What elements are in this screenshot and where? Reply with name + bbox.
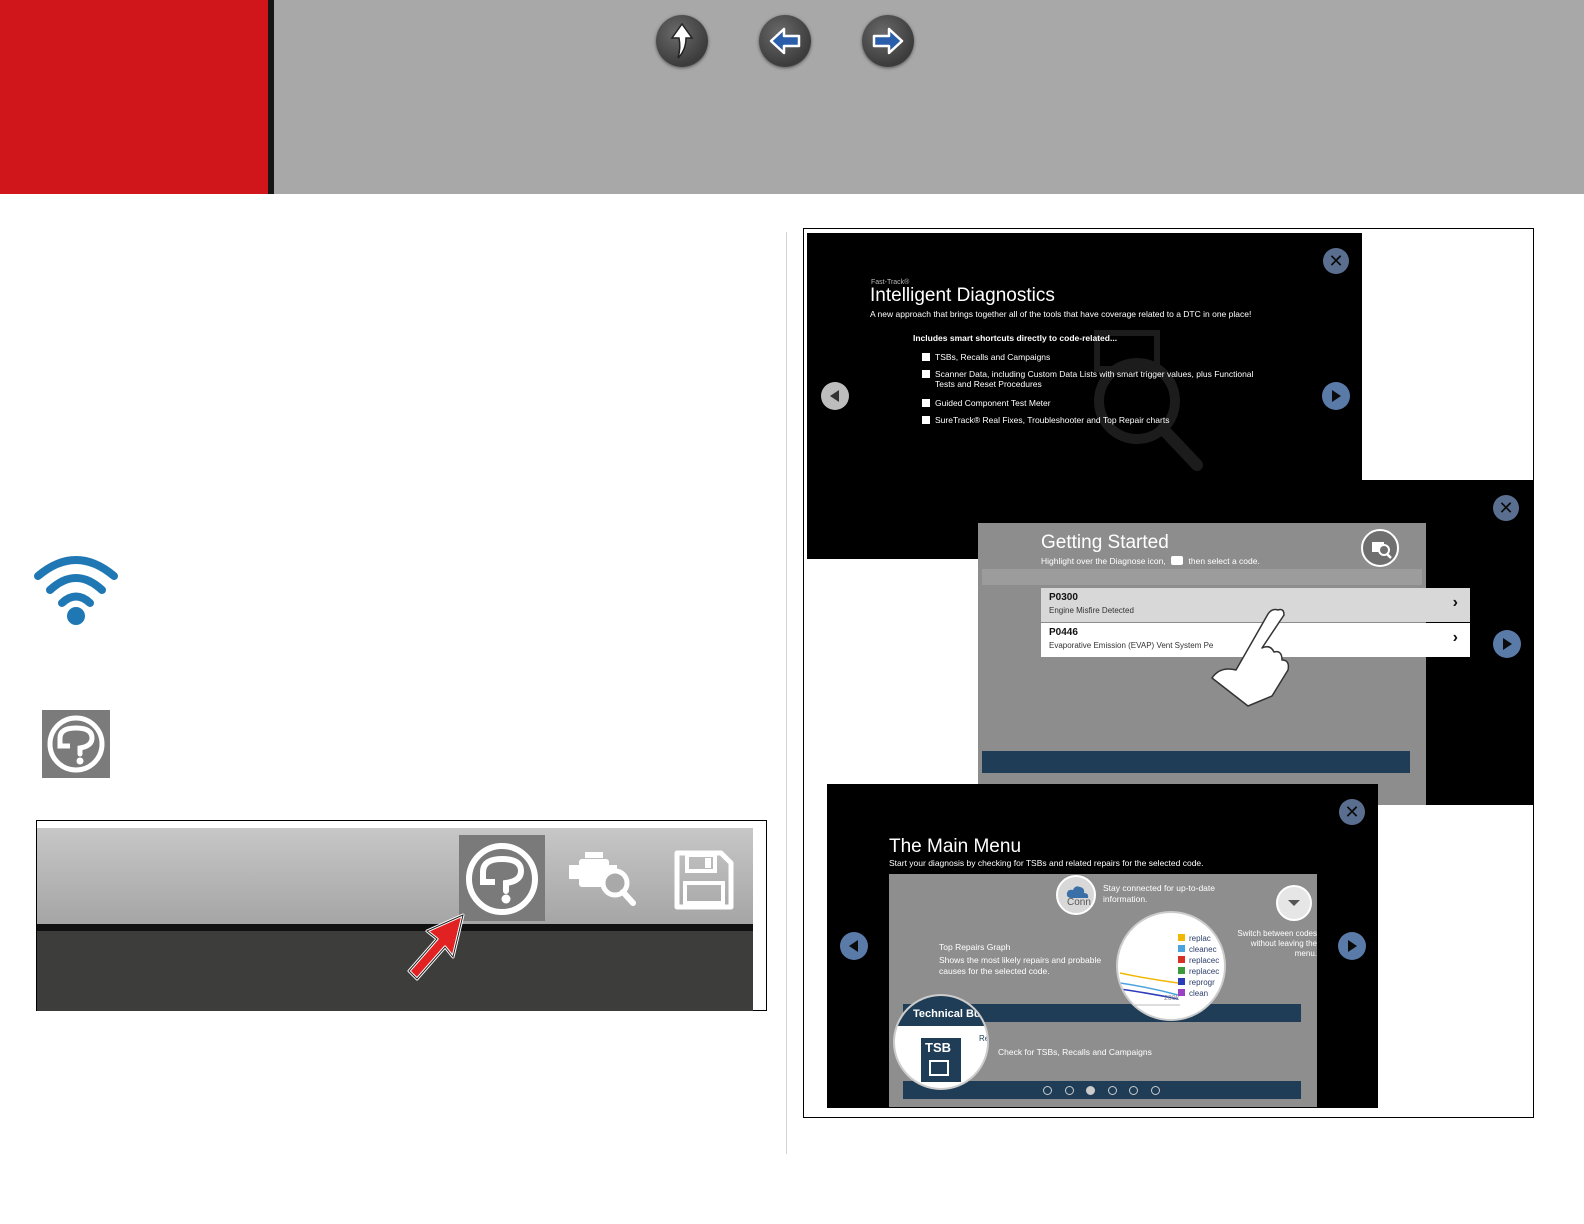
feature-item: SureTrack® Real Fixes, Troubleshooter an… <box>922 415 1242 425</box>
back-arrow-button[interactable] <box>759 15 811 67</box>
legend-item: clean <box>1178 988 1219 999</box>
screen-subtitle: A new approach that brings together all … <box>870 309 1252 319</box>
pagination-dot[interactable] <box>1107 1086 1117 1095</box>
legend-swatch <box>1178 945 1185 952</box>
diagnose-icon-button[interactable] <box>1361 529 1399 567</box>
close-button[interactable]: ✕ <box>1339 799 1365 825</box>
legend-item: replacec <box>1178 955 1219 966</box>
close-button[interactable]: ✕ <box>1323 248 1349 274</box>
next-button[interactable] <box>1493 630 1521 658</box>
legend-item: reprogr <box>1178 977 1219 988</box>
wifi-icon <box>34 556 118 625</box>
checkbox <box>922 416 930 424</box>
left-triangle-icon <box>830 390 839 402</box>
chevron-right-icon: › <box>1452 594 1458 611</box>
screen-title: Getting Started <box>1041 532 1169 553</box>
forward-arrow-icon <box>872 27 904 55</box>
forward-arrow-button[interactable] <box>862 15 914 67</box>
previous-button[interactable] <box>821 382 849 410</box>
help-button[interactable] <box>42 710 110 778</box>
save-icon[interactable] <box>673 849 735 911</box>
close-button[interactable]: ✕ <box>1493 495 1519 521</box>
pagination-dot[interactable] <box>1150 1086 1160 1095</box>
legend-swatch <box>1178 967 1185 974</box>
legend-item: replac <box>1178 933 1219 944</box>
checkbox <box>922 399 930 407</box>
chevron-right-icon: › <box>1452 629 1458 646</box>
left-triangle-icon <box>849 940 858 952</box>
chart-legend: replac cleanec replacec replacec reprogr clea… <box>1178 933 1219 999</box>
right-triangle-icon <box>1503 638 1512 650</box>
pagination-dot[interactable] <box>1043 1086 1052 1095</box>
pagination-dot[interactable] <box>1086 1086 1095 1095</box>
engine-diagnose-icon <box>1372 542 1392 559</box>
hand-pointer-icon <box>1211 608 1290 707</box>
feature-item: TSBs, Recalls and Campaigns <box>922 352 1242 362</box>
up-arrow-icon <box>670 22 694 59</box>
next-button[interactable] <box>1338 932 1366 960</box>
tsb-document-icon: TSB <box>921 1038 961 1082</box>
legend-swatch <box>1178 934 1185 941</box>
connect-callout: Stay connected for up-to-date informatio… <box>1103 883 1215 904</box>
red-pointer-arrow <box>407 913 465 981</box>
up-arrow-button[interactable] <box>656 15 708 67</box>
header-bar <box>268 0 1584 194</box>
toolbar-divider <box>37 924 753 931</box>
toolbar-screenshot <box>36 820 767 1011</box>
feature-item: Scanner Data, including Custom Data List… <box>922 369 1255 389</box>
legend-item: replacec <box>1178 966 1219 977</box>
legend-swatch <box>1178 956 1185 963</box>
screen-title: The Main Menu <box>889 836 1022 857</box>
tsb-callout: Technical Bu Re TSB <box>893 994 989 1090</box>
toolbar-help-button[interactable] <box>459 835 545 921</box>
tsb-header: Technical Bu <box>913 1008 981 1020</box>
connect-callout-circle: Conn <box>1056 875 1096 915</box>
switch-callout: Switch between codes without leaving the… <box>1237 929 1317 958</box>
code-switch-button[interactable] <box>1276 885 1312 921</box>
screen-subtitle: Highlight over the Diagnose icon, then s… <box>1041 556 1260 566</box>
back-arrow-icon <box>769 27 801 55</box>
help-screens-figure: Fast-Track® Intelligent Diagnostics A ne… <box>803 228 1534 1118</box>
legend-swatch <box>1178 978 1185 985</box>
help-icon <box>47 715 105 773</box>
screen-title: Intelligent Diagnostics <box>870 285 1055 306</box>
toolbar-background <box>37 828 753 924</box>
previous-button[interactable] <box>840 932 868 960</box>
top-repairs-graph-callout: 200k replac cleanec replacec replacec reprog… <box>1116 911 1226 1021</box>
engine-diagnose-icon[interactable] <box>565 847 637 911</box>
screen-subtitle: Start your diagnosis by checking for TSB… <box>889 858 1204 868</box>
getting-started-screen: Getting Started Highlight over the Diagn… <box>978 480 1533 805</box>
legend-item: cleanec <box>1178 944 1219 955</box>
graph-callout-desc: Shows the most likely repairs and probab… <box>939 955 1102 976</box>
next-button[interactable] <box>1322 382 1350 410</box>
pagination-dot[interactable] <box>1129 1086 1138 1095</box>
main-menu-screen: The Main Menu Start your diagnosis by ch… <box>827 784 1378 1108</box>
pagination-dot[interactable] <box>1064 1086 1074 1095</box>
help-icon <box>466 843 538 915</box>
checkbox <box>922 353 930 361</box>
column-divider <box>786 232 787 1154</box>
right-triangle-icon <box>1332 390 1341 402</box>
toolbar-lower-area <box>37 931 753 1011</box>
legend-swatch <box>1178 989 1185 996</box>
feature-item: Guided Component Test Meter <box>922 398 1242 408</box>
right-triangle-icon <box>1348 940 1357 952</box>
chevron-down-icon <box>1288 900 1300 906</box>
feature-lead: Includes smart shortcuts directly to cod… <box>913 333 1118 343</box>
graph-callout-title: Top Repairs Graph <box>939 942 1011 952</box>
diagnose-icon <box>1171 556 1184 565</box>
tsb-callout-text: Check for TSBs, Recalls and Campaigns <box>998 1047 1152 1057</box>
checkbox <box>922 370 930 378</box>
chapter-tab <box>0 0 268 194</box>
